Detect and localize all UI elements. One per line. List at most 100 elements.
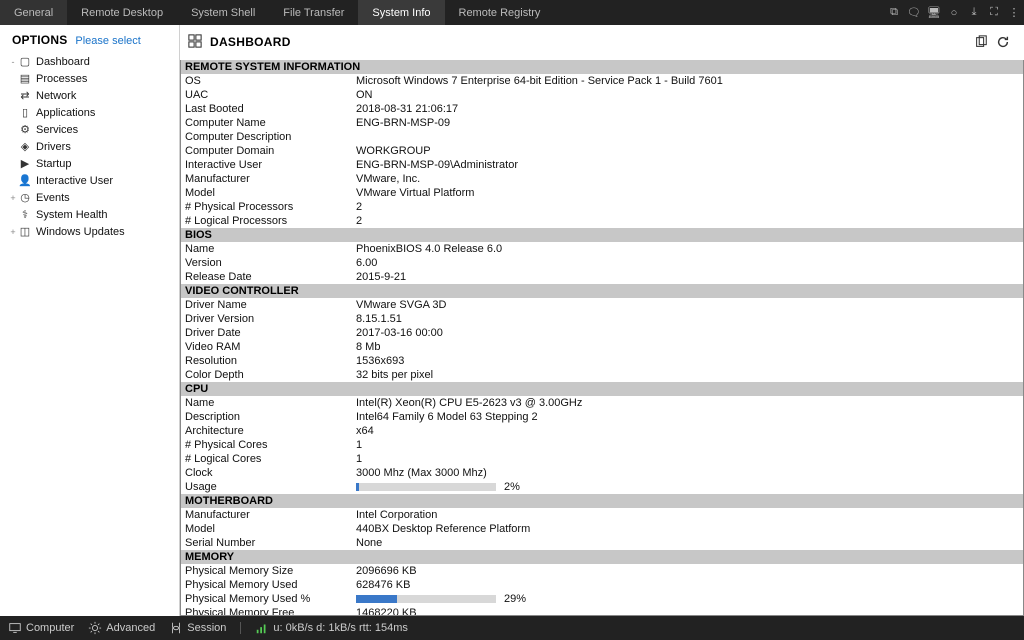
status-network: u: 0kB/s d: 1kB/s rtt: 154ms [255, 621, 408, 635]
refresh-icon[interactable] [994, 33, 1012, 51]
info-key: # Physical Processors [181, 200, 356, 214]
sidebar-item-services[interactable]: ⚙Services [8, 121, 179, 138]
info-value: WORKGROUP [356, 144, 1023, 158]
info-key: Manufacturer [181, 508, 356, 522]
info-key: Physical Memory Free [181, 606, 356, 616]
status-advanced[interactable]: Advanced [88, 621, 155, 635]
info-value: 8 Mb [356, 340, 1023, 354]
dashboard-header: DASHBOARD [180, 25, 1024, 60]
usage-percent: 29% [504, 592, 526, 606]
status-computer[interactable]: Computer [8, 621, 74, 635]
info-value: VMware, Inc. [356, 172, 1023, 186]
info-row: ManufacturerIntel Corporation [181, 508, 1023, 522]
info-row: Serial NumberNone [181, 536, 1023, 550]
info-key: Video RAM [181, 340, 356, 354]
tab-remote-registry[interactable]: Remote Registry [445, 0, 555, 25]
info-key: Computer Description [181, 130, 356, 144]
windows-updates-icon: ◫ [18, 225, 32, 238]
info-row: ManufacturerVMware, Inc. [181, 172, 1023, 186]
info-key: Serial Number [181, 536, 356, 550]
info-row: Model440BX Desktop Reference Platform [181, 522, 1023, 536]
tab-system-info[interactable]: System Info [358, 0, 444, 25]
computer-icon[interactable]: 🖥 [924, 0, 944, 25]
sidebar-item-windows-updates[interactable]: +◫Windows Updates [8, 223, 179, 240]
sidebar-item-label: Events [36, 192, 70, 204]
sidebar-item-drivers[interactable]: ◈ Drivers [8, 138, 179, 155]
info-value: 6.00 [356, 256, 1023, 270]
info-key: Name [181, 242, 356, 256]
sidebar-item-network[interactable]: ⇄Network [8, 87, 179, 104]
usage-percent: 2% [504, 480, 520, 494]
info-row: Resolution1536x693 [181, 354, 1023, 368]
monitor-toggle-icon[interactable]: ⧉ [884, 0, 904, 25]
applications-icon: ▯ [18, 106, 32, 119]
usage-bar [356, 595, 496, 603]
chat-icon[interactable]: 🗨 [904, 0, 924, 25]
info-row: Release Date2015-9-21 [181, 270, 1023, 284]
info-value: 628476 KB [356, 578, 1023, 592]
sidebar-item-processes[interactable]: ▤Processes [8, 70, 179, 87]
sidebar-item-interactive-user[interactable]: 👤Interactive User [8, 172, 179, 189]
tree-expand-icon[interactable]: - [8, 57, 18, 67]
system-health-icon: ⚕ [18, 208, 32, 221]
info-key: Physical Memory Used % [181, 592, 356, 606]
info-key: Usage [181, 480, 356, 494]
tab-general[interactable]: General [0, 0, 67, 25]
sidebar-item-applications[interactable]: ▯Applications [8, 104, 179, 121]
sidebar-item-label: Dashboard [36, 56, 90, 68]
fullscreen-icon[interactable]: ⛶ [984, 0, 1004, 25]
info-row: Physical Memory Free1468220 KB [181, 606, 1023, 616]
status-session[interactable]: Session [169, 621, 226, 635]
sidebar-item-events[interactable]: +◷Events [8, 189, 179, 206]
info-row: Version6.00 [181, 256, 1023, 270]
info-value: x64 [356, 424, 1023, 438]
copy-icon[interactable] [972, 33, 990, 51]
info-row: Physical Memory Used628476 KB [181, 578, 1023, 592]
info-row: Last Booted2018-08-31 21:06:17 [181, 102, 1023, 116]
section-header: VIDEO CONTROLLER [181, 284, 1023, 298]
download-icon[interactable]: ⤓ [964, 0, 984, 25]
info-value: Intel64 Family 6 Model 63 Stepping 2 [356, 410, 1023, 424]
tree-expand-icon[interactable]: + [8, 193, 18, 203]
info-row: UACON [181, 88, 1023, 102]
circle-icon[interactable]: ○ [944, 0, 964, 25]
sidebar-item-system-health[interactable]: ⚕ System Health [8, 206, 179, 223]
info-value: 2 [356, 214, 1023, 228]
tab-system-shell[interactable]: System Shell [177, 0, 269, 25]
info-row: ModelVMware Virtual Platform [181, 186, 1023, 200]
info-row: NamePhoenixBIOS 4.0 Release 6.0 [181, 242, 1023, 256]
info-value: ON [356, 88, 1023, 102]
info-value: Intel Corporation [356, 508, 1023, 522]
info-key: Physical Memory Used [181, 578, 356, 592]
info-row: Driver NameVMware SVGA 3D [181, 298, 1023, 312]
sidebar-hint[interactable]: Please select [75, 35, 140, 47]
info-value: 3000 Mhz (Max 3000 Mhz) [356, 466, 1023, 480]
section-header: MEMORY [181, 550, 1023, 564]
usage-bar [356, 483, 496, 491]
tree-expand-icon[interactable]: + [8, 227, 18, 237]
sidebar-item-label: Startup [36, 158, 71, 170]
sidebar-item-dashboard[interactable]: -▢Dashboard [8, 53, 179, 70]
options-sidebar: OPTIONS Please select -▢Dashboard▤Proces… [0, 25, 180, 616]
sidebar-item-startup[interactable]: ▶Startup [8, 155, 179, 172]
status-computer-label: Computer [26, 622, 74, 634]
info-value: 1 [356, 438, 1023, 452]
more-icon[interactable]: ⋮ [1004, 0, 1024, 25]
info-value [356, 130, 1023, 144]
info-key: Physical Memory Size [181, 564, 356, 578]
sidebar-item-label: System Health [36, 209, 108, 221]
info-value: PhoenixBIOS 4.0 Release 6.0 [356, 242, 1023, 256]
dashboard-scroll[interactable]: REMOTE SYSTEM INFORMATIONOSMicrosoft Win… [180, 60, 1024, 616]
info-key: Description [181, 410, 356, 424]
sidebar-item-label: Drivers [36, 141, 71, 153]
drivers-icon: ◈ [18, 140, 32, 153]
info-value: 2018-08-31 21:06:17 [356, 102, 1023, 116]
info-key: Interactive User [181, 158, 356, 172]
tab-file-transfer[interactable]: File Transfer [269, 0, 358, 25]
tab-remote-desktop[interactable]: Remote Desktop [67, 0, 177, 25]
info-key: # Logical Processors [181, 214, 356, 228]
section-header: CPU [181, 382, 1023, 396]
info-row: Usage 2% [181, 480, 1023, 494]
info-key: Release Date [181, 270, 356, 284]
section-header: REMOTE SYSTEM INFORMATION [181, 60, 1023, 74]
